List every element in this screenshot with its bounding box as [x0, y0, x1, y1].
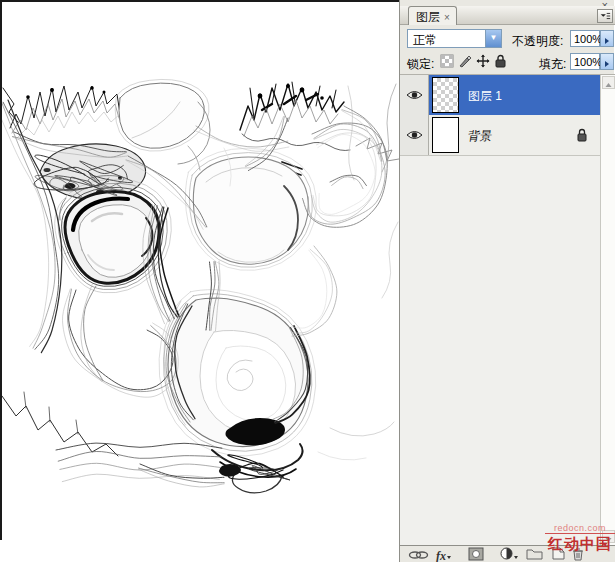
watermark: redocn.com 红动中国 — [545, 523, 615, 554]
lock-row: 锁定: 填充: 100% — [400, 51, 615, 74]
canvas-top-border — [0, 0, 399, 2]
layer-name[interactable]: 背景 — [467, 128, 493, 145]
layer-name[interactable]: 图层 1 — [468, 88, 502, 105]
opacity-value: 100% — [574, 33, 602, 45]
new-adjustment-layer-icon[interactable] — [500, 546, 518, 562]
layer-thumbnail[interactable] — [432, 117, 459, 153]
new-group-icon[interactable] — [526, 547, 543, 560]
layer-list: 图层 1 背景 — [400, 75, 615, 545]
lock-transparency-icon[interactable] — [440, 54, 454, 68]
opacity-label: 不透明度: — [512, 33, 563, 50]
photoshop-workspace: – × 图层× 正常 ▼ 不透明度: 100% 锁定: — [0, 0, 616, 562]
fill-value: 100% — [574, 56, 602, 68]
layer-style-icon[interactable]: fx — [436, 546, 451, 562]
canvas-artwork — [0, 0, 399, 562]
document-canvas[interactable] — [0, 0, 399, 562]
scroll-up-icon[interactable] — [602, 76, 615, 89]
fill-label: 填充: — [539, 56, 566, 73]
fill-input[interactable]: 100% — [570, 53, 600, 70]
layer-row-background[interactable]: 背景 — [400, 115, 600, 156]
lock-all-icon[interactable] — [493, 54, 507, 68]
visibility-cell[interactable] — [400, 75, 429, 115]
scrollbar[interactable] — [600, 75, 615, 545]
lock-position-icon[interactable] — [476, 54, 490, 68]
layer-lock-icon — [576, 128, 588, 142]
fill-arrow-button[interactable] — [600, 53, 614, 70]
layers-panel: – × 图层× 正常 ▼ 不透明度: 100% 锁定: — [399, 0, 614, 562]
watermark-divider — [545, 533, 615, 534]
canvas-left-border — [0, 0, 2, 540]
tab-close-icon[interactable]: × — [444, 12, 450, 23]
watermark-site: redocn.com — [545, 523, 615, 533]
blend-mode-row: 正常 ▼ 不透明度: 100% — [400, 26, 615, 51]
watermark-brand: 红动中国 — [545, 535, 615, 554]
add-layer-mask-icon[interactable] — [468, 547, 484, 561]
lock-label: 锁定: — [407, 56, 434, 73]
panel-menu-button[interactable] — [597, 9, 613, 23]
panel-tab-bar: 图层 × — [400, 6, 615, 25]
layer-thumbnail[interactable] — [432, 77, 459, 113]
blend-mode-select[interactable]: 正常 ▼ — [407, 29, 502, 48]
opacity-arrow-button[interactable] — [600, 30, 614, 47]
chevron-down-icon[interactable]: ▼ — [485, 30, 501, 47]
eye-icon[interactable] — [406, 129, 423, 141]
tab-layers-label: 图层 — [416, 10, 440, 24]
visibility-cell[interactable] — [400, 115, 429, 155]
tab-layers[interactable]: 图层 × — [408, 6, 457, 25]
opacity-input[interactable]: 100% — [570, 30, 600, 47]
eye-icon[interactable] — [406, 89, 423, 101]
layer-row-1[interactable]: 图层 1 — [400, 75, 600, 115]
blend-mode-value: 正常 — [413, 32, 437, 49]
lock-pixels-icon[interactable] — [458, 54, 472, 68]
link-layers-icon[interactable] — [408, 547, 430, 561]
